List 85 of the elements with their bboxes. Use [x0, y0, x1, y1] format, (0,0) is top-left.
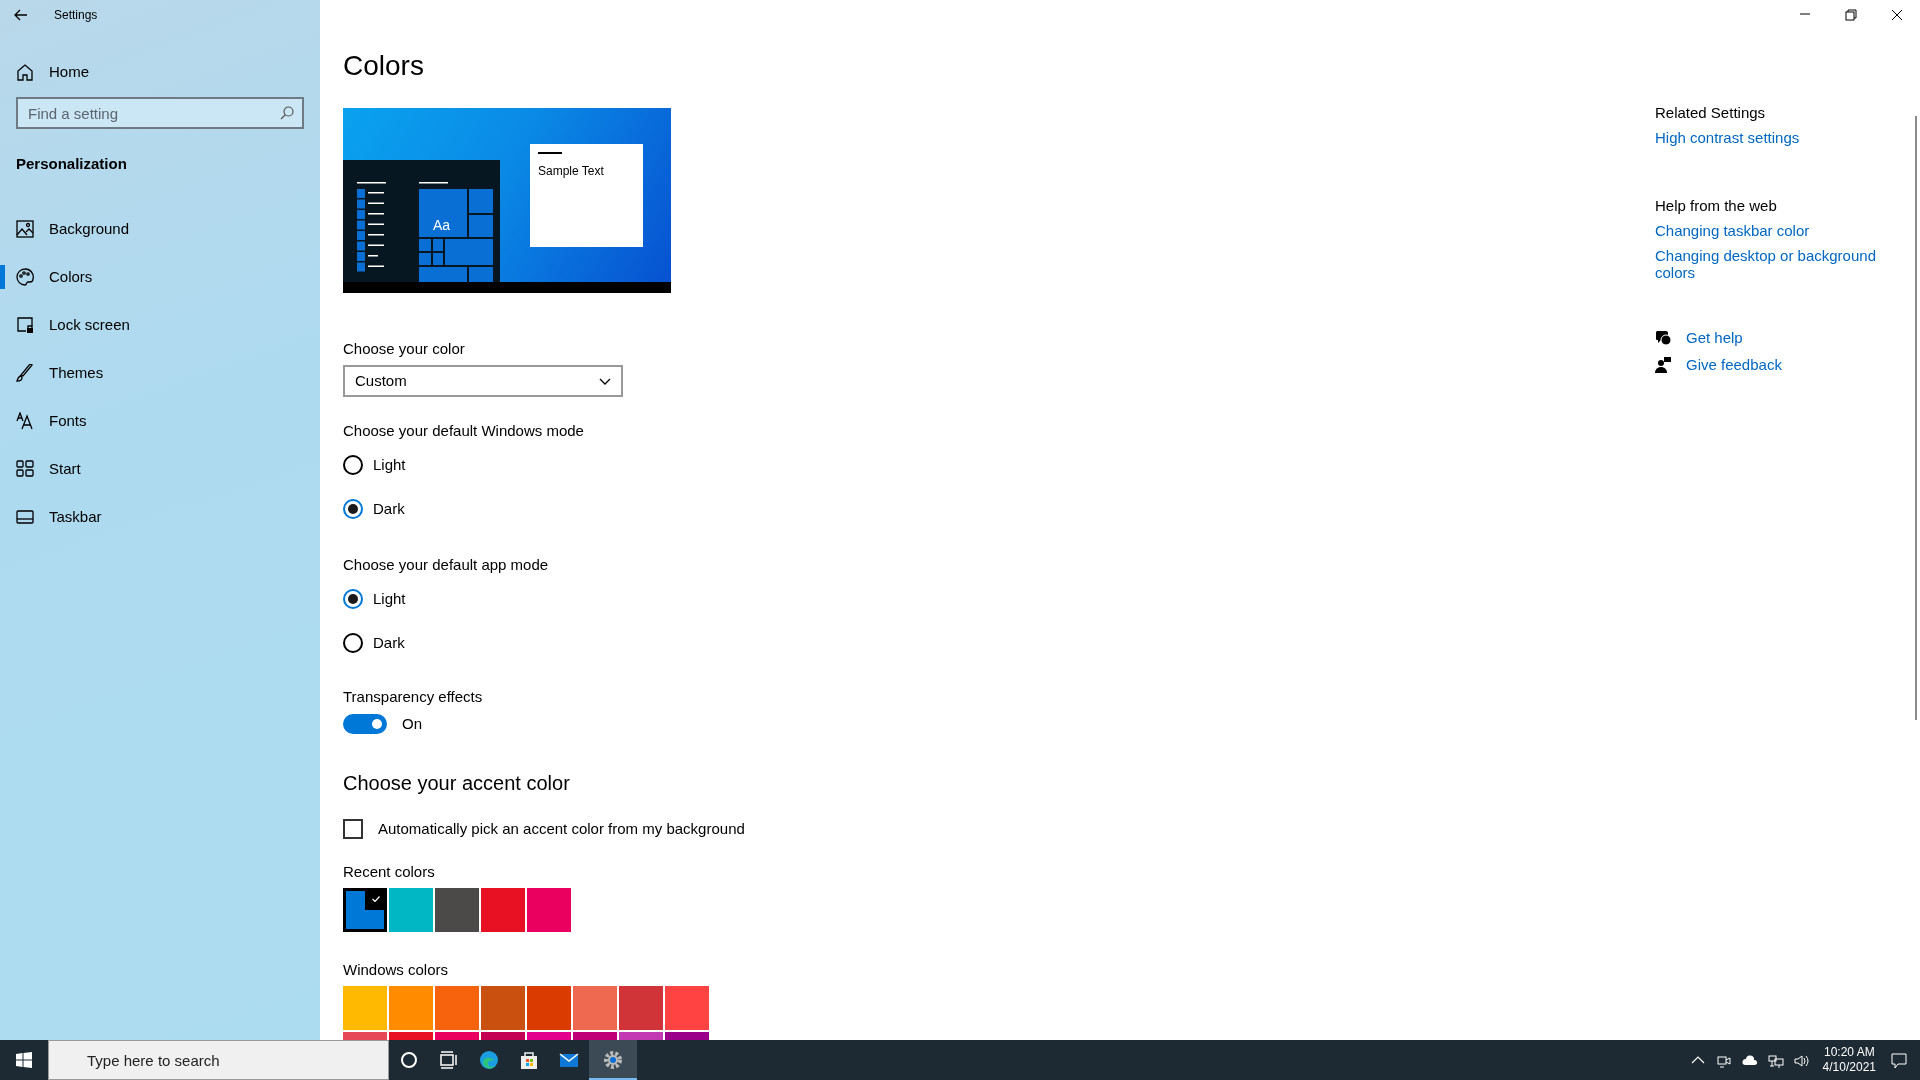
color-dropdown[interactable]: Custom	[343, 365, 623, 397]
field-label: Choose your color	[343, 339, 466, 359]
home-link[interactable]: Home	[49, 60, 89, 84]
color-swatch[interactable]	[435, 986, 479, 1030]
image-icon	[16, 220, 34, 238]
panel-heading: Help from the web	[1655, 196, 1778, 216]
section-heading: Choose your accent color	[343, 770, 571, 796]
tiles-icon	[16, 460, 34, 478]
radio-button[interactable]	[343, 589, 363, 609]
clock[interactable]: 10:20 AM 4/10/2021	[1814, 1045, 1884, 1075]
color-swatch[interactable]	[481, 986, 525, 1030]
group-label: Windows colors	[343, 960, 450, 980]
link[interactable]: Changing taskbar color	[1655, 222, 1905, 239]
check-icon	[372, 896, 380, 902]
home-icon	[16, 63, 34, 81]
task-view-icon[interactable]	[439, 1050, 459, 1070]
group-label: Recent colors	[343, 862, 436, 882]
palette-icon	[16, 268, 34, 286]
sidebar-item[interactable]: Taskbar	[49, 505, 102, 529]
color-swatch[interactable]	[343, 986, 387, 1030]
scrollbar[interactable]	[1915, 116, 1917, 720]
color-swatch[interactable]	[527, 986, 571, 1030]
sample-text: Sample Text	[538, 163, 605, 180]
windows-logo-icon[interactable]	[16, 1052, 32, 1068]
sidebar-item[interactable]: Themes	[49, 361, 104, 385]
color-swatch[interactable]	[389, 986, 433, 1030]
back-icon[interactable]	[14, 9, 28, 21]
color-swatch[interactable]	[435, 888, 479, 932]
window-title: Settings	[54, 7, 98, 24]
brush-icon	[16, 364, 34, 382]
section-heading: Personalization	[15, 154, 128, 174]
clock-date: 4/10/2021	[1822, 1060, 1876, 1075]
color-swatch[interactable]	[343, 888, 387, 932]
fonts-icon	[16, 412, 34, 430]
link[interactable]: High contrast settings	[1655, 129, 1905, 146]
gear-icon[interactable]	[603, 1050, 623, 1070]
link[interactable]: Give feedback	[1686, 356, 1782, 373]
close-button[interactable]	[1891, 9, 1903, 21]
checkbox[interactable]	[343, 818, 363, 839]
group-label: Choose your default app mode	[343, 555, 550, 575]
sidebar-item[interactable]: Colors	[49, 265, 93, 289]
radio-label: Light	[373, 454, 406, 475]
radio-button[interactable]	[343, 455, 363, 475]
sidebar-item[interactable]: Lock screen	[49, 313, 130, 337]
color-swatch[interactable]	[573, 986, 617, 1030]
taskbar-search-field[interactable]: Type here to search	[48, 1040, 389, 1080]
link[interactable]: Get help	[1686, 329, 1743, 346]
cortana-icon[interactable]	[399, 1050, 419, 1070]
taskbar-icon	[16, 508, 34, 526]
lock-screen-icon	[16, 316, 34, 334]
feedback-person-icon	[1655, 356, 1671, 373]
notification-icon[interactable]	[1890, 1051, 1908, 1070]
toggle-switch[interactable]	[343, 714, 387, 735]
help-chat-icon	[1655, 329, 1671, 346]
link[interactable]: Changing desktop or background colors	[1655, 247, 1905, 281]
speaker-icon[interactable]	[1793, 1052, 1810, 1069]
radio-label: Light	[373, 588, 406, 609]
panel-heading: Related Settings	[1655, 103, 1767, 123]
radio-label: Dark	[373, 632, 405, 653]
color-swatch[interactable]	[527, 888, 571, 932]
color-swatch[interactable]	[665, 986, 709, 1030]
edge-browser-icon[interactable]	[479, 1050, 499, 1070]
radio-button[interactable]	[343, 499, 363, 519]
radio-button[interactable]	[343, 633, 363, 653]
chevron-down-icon	[599, 377, 611, 385]
sidebar-item[interactable]: Start	[49, 457, 81, 481]
network-icon[interactable]	[1767, 1052, 1784, 1069]
search-field[interactable]: Find a setting	[16, 97, 304, 129]
toggle-state: On	[402, 714, 422, 734]
group-label: Choose your default Windows mode	[343, 421, 585, 441]
clock-time: 10:20 AM	[1822, 1045, 1876, 1060]
color-swatch[interactable]	[619, 986, 663, 1030]
sidebar-item[interactable]: Fonts	[49, 409, 87, 433]
page-title: Colors	[343, 49, 425, 83]
radio-label: Dark	[373, 498, 405, 519]
shopping-bag-icon[interactable]	[519, 1050, 539, 1070]
mail-envelope-icon[interactable]	[559, 1050, 579, 1070]
restore-button[interactable]	[1845, 9, 1857, 21]
search-icon	[280, 106, 294, 120]
sidebar-item[interactable]: Background	[49, 217, 130, 241]
checkbox-label: Automatically pick an accent color from my background	[378, 818, 745, 839]
color-swatch[interactable]	[481, 888, 525, 932]
color-swatch[interactable]	[389, 888, 433, 932]
group-label: Transparency effects	[343, 687, 484, 707]
tile-label: Aa	[433, 216, 451, 235]
